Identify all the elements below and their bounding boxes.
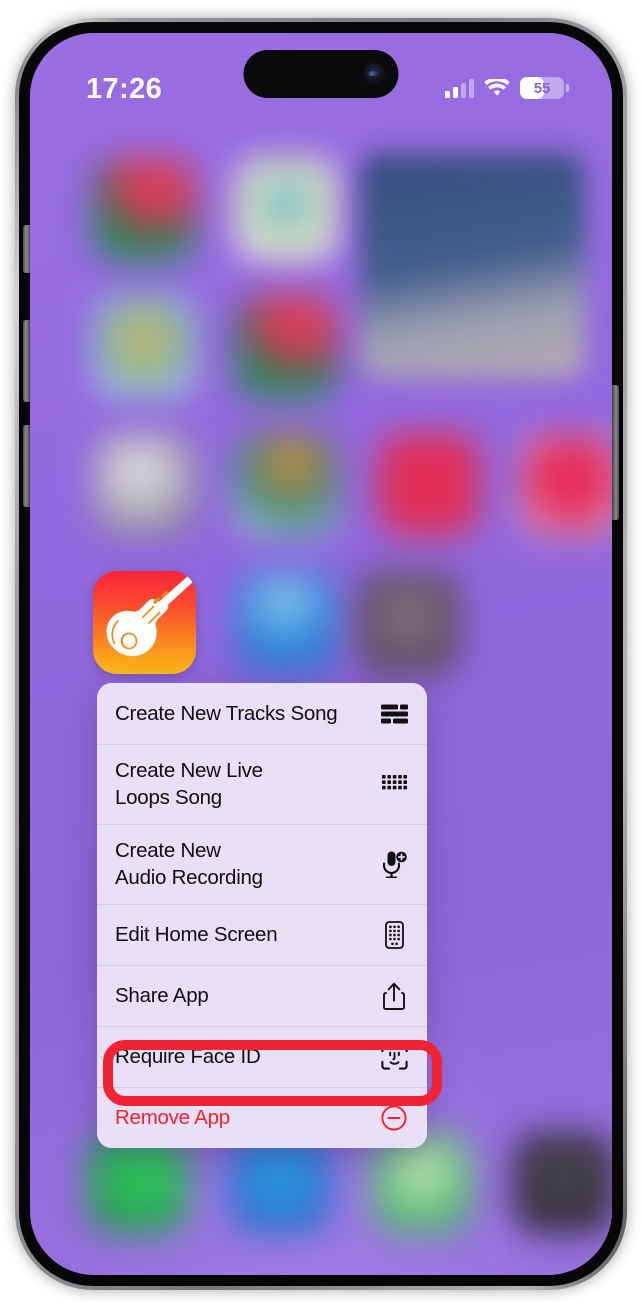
menu-item-remove-app[interactable]: Remove App — [97, 1087, 427, 1149]
volume-up-button[interactable] — [23, 320, 30, 402]
menu-item-share-app[interactable]: Share App — [97, 965, 427, 1027]
microphone-plus-icon — [379, 849, 409, 879]
power-button[interactable] — [612, 385, 619, 520]
blurred-dock-icon — [514, 1133, 612, 1233]
blurred-app-icon — [357, 571, 460, 674]
tracks-icon — [379, 699, 409, 729]
blurred-app-icon — [235, 295, 338, 398]
menu-item-label: Create New Live Loops Song — [115, 759, 263, 810]
phone-screen: 17:26 55 Create New Tracks Song Create N… — [30, 33, 612, 1275]
live-loops-grid-icon — [379, 769, 409, 799]
app-icon-garageband[interactable] — [93, 571, 196, 674]
phone-bezel: 17:26 55 Create New Tracks Song Create N… — [19, 22, 623, 1286]
app-context-menu[interactable]: Create New Tracks Song Create New Live L… — [97, 683, 427, 1149]
menu-item-label: Create New Tracks Song — [115, 701, 338, 725]
blurred-app-icon — [235, 158, 338, 261]
menu-item-label: Require Face ID — [115, 1045, 261, 1069]
menu-item-label: Edit Home Screen — [115, 923, 278, 947]
blurred-app-icon — [235, 433, 338, 536]
dynamic-island — [243, 50, 399, 98]
menu-item-label: Remove App — [115, 1106, 230, 1130]
edit-home-screen-icon — [379, 920, 409, 950]
blurred-app-icon — [93, 295, 196, 398]
volume-down-button[interactable] — [23, 425, 30, 507]
menu-item-create-new-tracks-song[interactable]: Create New Tracks Song — [97, 683, 427, 744]
blurred-app-icon — [93, 158, 196, 261]
blurred-app-icon — [519, 433, 612, 536]
face-id-icon — [379, 1042, 409, 1072]
share-icon — [379, 981, 409, 1011]
remove-circle-icon — [379, 1103, 409, 1133]
front-camera-icon — [363, 63, 386, 85]
menu-item-edit-home-screen[interactable]: Edit Home Screen — [97, 904, 427, 966]
blurred-app-icon — [377, 433, 480, 536]
blurred-app-icon — [235, 571, 338, 674]
blurred-app-icon — [93, 433, 196, 536]
menu-item-create-new-audio-recording[interactable]: Create New Audio Recording — [97, 824, 427, 905]
menu-item-create-new-live-loops-song[interactable]: Create New Live Loops Song — [97, 744, 427, 825]
menu-item-label: Share App — [115, 984, 209, 1008]
guitar-icon — [106, 575, 194, 657]
menu-item-require-face-id[interactable]: Require Face ID — [97, 1026, 427, 1088]
blurred-widget — [360, 153, 585, 378]
menu-item-label: Create New Audio Recording — [115, 839, 263, 890]
phone-frame: 17:26 55 Create New Tracks Song Create N… — [15, 18, 627, 1290]
